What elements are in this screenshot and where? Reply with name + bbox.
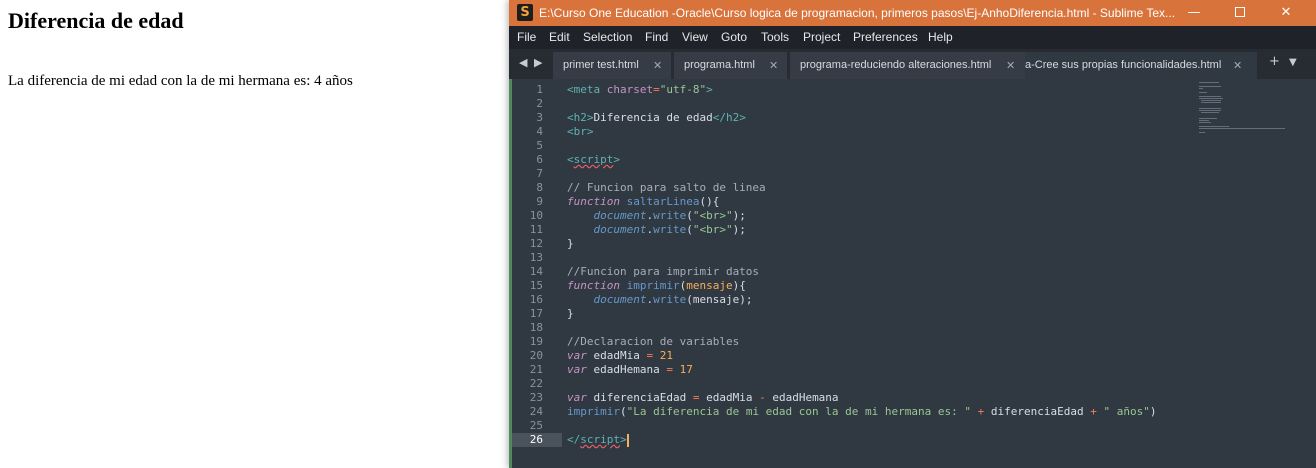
line-number: 8 bbox=[536, 181, 543, 194]
title-bar[interactable]: S E:\Curso One Education -Oracle\Curso l… bbox=[509, 0, 1316, 26]
line-number: 5 bbox=[536, 139, 543, 152]
line-number: 15 bbox=[529, 279, 543, 292]
line-number-gutter: 1 2 3 4 5 6 7 8 9 10 11 12 13 14 15 16 17 18 19 20 21 22 23 24 2… bbox=[509, 79, 565, 468]
line-number: 3 bbox=[536, 111, 543, 124]
line-number: 26 bbox=[529, 433, 543, 446]
minimap[interactable] bbox=[1199, 80, 1289, 140]
tab-programa-reduciendo[interactable]: programa-reduciendo alteraciones.html ✕ bbox=[790, 52, 1026, 79]
page-output-text: La diferencia de mi edad con la de mi he… bbox=[8, 73, 353, 89]
page-heading: Diferencia de edad bbox=[8, 8, 184, 33]
line-number: 22 bbox=[529, 377, 543, 390]
tab-menu-icon[interactable]: ▼ bbox=[1289, 57, 1297, 68]
line-number: 13 bbox=[529, 251, 543, 264]
code-line: <h2>Diferencia de edad</h2> bbox=[567, 111, 746, 124]
sublime-window: S E:\Curso One Education -Oracle\Curso l… bbox=[509, 0, 1316, 468]
tab-label: a-Cree sus propias funcionalidades.html bbox=[1025, 59, 1222, 71]
code-editor[interactable]: <meta charset="utf-8"> <h2>Diferencia de … bbox=[567, 79, 1197, 468]
line-number: 25 bbox=[529, 419, 543, 432]
menu-help[interactable]: Help bbox=[928, 26, 953, 49]
menu-preferences[interactable]: Preferences bbox=[853, 26, 918, 49]
code-line: //Funcion para imprimir datos bbox=[567, 265, 760, 278]
code-line: function imprimir(mensaje){ bbox=[567, 279, 746, 292]
vertical-scrollbar[interactable] bbox=[1306, 79, 1316, 468]
code-line: } bbox=[567, 237, 574, 250]
menu-view[interactable]: View bbox=[682, 26, 708, 49]
close-button[interactable]: ✕ bbox=[1264, 0, 1308, 26]
tab-label: primer test.html bbox=[563, 59, 639, 71]
menu-selection[interactable]: Selection bbox=[583, 26, 632, 49]
code-line: document.write("<br>"); bbox=[593, 209, 746, 222]
menu-tools[interactable]: Tools bbox=[761, 26, 789, 49]
maximize-icon bbox=[1235, 6, 1245, 17]
line-number: 11 bbox=[529, 223, 543, 236]
line-number: 1 bbox=[536, 83, 543, 96]
menu-find[interactable]: Find bbox=[645, 26, 668, 49]
tab-cree-funcionalidades[interactable]: a-Cree sus propias funcionalidades.html … bbox=[1025, 52, 1257, 79]
minimize-button[interactable]: — bbox=[1172, 0, 1216, 26]
sublime-logo-icon: S bbox=[517, 4, 533, 21]
line-number: 14 bbox=[529, 265, 543, 278]
line-number: 6 bbox=[536, 153, 543, 166]
line-number: 23 bbox=[529, 391, 543, 404]
line-number: 16 bbox=[529, 293, 543, 306]
tab-nav-right-icon[interactable]: ▶ bbox=[534, 56, 542, 69]
tab-close-icon[interactable]: ✕ bbox=[1233, 52, 1242, 79]
code-line: <br> bbox=[567, 125, 594, 138]
line-number: 20 bbox=[529, 349, 543, 362]
code-line: document.write("<br>"); bbox=[593, 223, 746, 236]
code-line: <script> bbox=[567, 153, 620, 166]
line-number: 21 bbox=[529, 363, 543, 376]
code-line: //Declaracion de variables bbox=[567, 335, 740, 348]
line-number: 4 bbox=[536, 125, 543, 138]
line-number: 17 bbox=[529, 307, 543, 320]
line-number: 9 bbox=[536, 195, 543, 208]
window-title: E:\Curso One Education -Oracle\Curso log… bbox=[539, 6, 1176, 20]
code-line: var edadMia = 21 bbox=[567, 349, 673, 362]
menu-project[interactable]: Project bbox=[803, 26, 840, 49]
menu-goto[interactable]: Goto bbox=[721, 26, 747, 49]
code-line: // Funcion para salto de linea bbox=[567, 181, 766, 194]
line-number: 12 bbox=[529, 237, 543, 250]
line-number: 24 bbox=[529, 405, 543, 418]
line-number: 19 bbox=[529, 335, 543, 348]
code-line: document.write(mensaje); bbox=[593, 293, 753, 306]
tab-close-icon[interactable]: ✕ bbox=[1006, 52, 1015, 79]
line-number: 2 bbox=[536, 97, 543, 110]
tab-bar: ◀ ▶ primer test.html ✕ programa.html ✕ p… bbox=[509, 49, 1316, 79]
tab-label: programa.html bbox=[684, 59, 755, 71]
tab-label: programa-reduciendo alteraciones.html bbox=[800, 59, 992, 71]
tab-programa[interactable]: programa.html ✕ bbox=[674, 52, 787, 79]
code-line: function saltarLinea(){ bbox=[567, 195, 720, 208]
menu-bar: File Edit Selection Find View Goto Tools… bbox=[509, 26, 1316, 49]
text-cursor bbox=[626, 433, 629, 447]
menu-edit[interactable]: Edit bbox=[549, 26, 570, 49]
code-line: } bbox=[567, 307, 574, 320]
code-line: imprimir("La diferencia de mi edad con l… bbox=[567, 405, 1157, 418]
code-line: <meta charset="utf-8"> bbox=[567, 83, 713, 96]
new-tab-icon[interactable]: + bbox=[1269, 54, 1280, 69]
tab-primer-test[interactable]: primer test.html ✕ bbox=[553, 52, 671, 79]
code-line: </script> bbox=[567, 433, 629, 447]
menu-file[interactable]: File bbox=[517, 26, 536, 49]
line-number: 18 bbox=[529, 321, 543, 334]
line-number: 10 bbox=[529, 209, 543, 222]
code-line: var edadHemana = 17 bbox=[567, 363, 693, 376]
tab-nav-left-icon[interactable]: ◀ bbox=[519, 56, 527, 69]
line-number: 7 bbox=[536, 167, 543, 180]
tab-close-icon[interactable]: ✕ bbox=[769, 52, 778, 79]
maximize-button[interactable] bbox=[1218, 0, 1262, 26]
code-line: var diferenciaEdad = edadMia - edadHeman… bbox=[567, 391, 839, 404]
browser-page: Diferencia de edad La diferencia de mi e… bbox=[0, 0, 510, 468]
tab-close-icon[interactable]: ✕ bbox=[653, 52, 662, 79]
